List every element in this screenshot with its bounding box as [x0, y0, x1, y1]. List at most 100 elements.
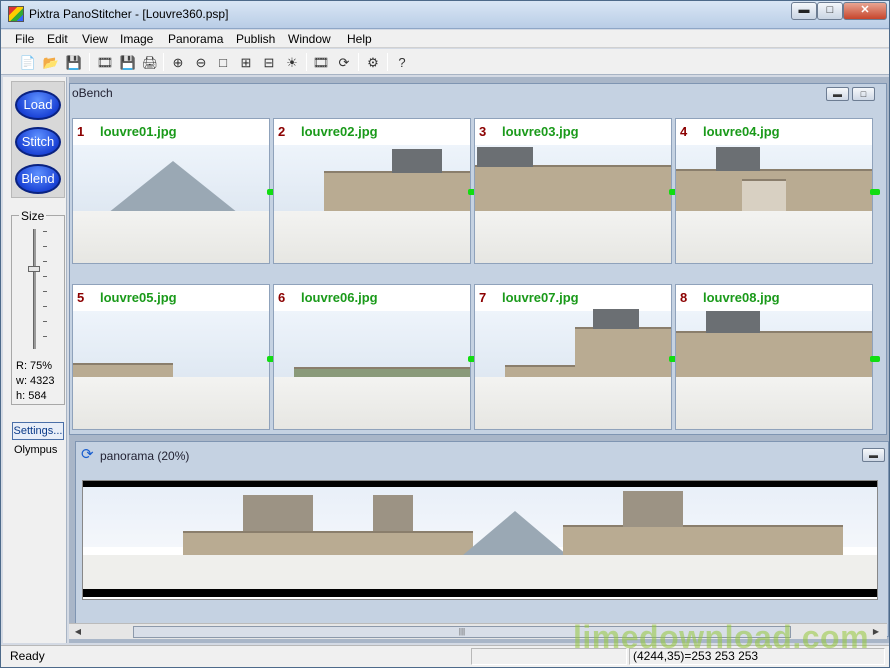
roof-shape	[716, 147, 760, 171]
bench-maximize-button[interactable]: □	[852, 87, 875, 101]
mdi-area: oBench ▬ □ 1 louvre01.jpg 2 louvre02.jpg	[69, 77, 889, 643]
slider-tick	[43, 306, 47, 307]
film-icon[interactable]: 🎞	[311, 52, 331, 72]
building-shape	[183, 531, 473, 557]
slider-tick	[43, 291, 47, 292]
menu-window[interactable]: Window	[288, 32, 331, 46]
open-icon[interactable]: 📂	[41, 52, 61, 72]
link-marker	[870, 189, 880, 195]
photo-ground	[73, 377, 269, 429]
panorama-border-top	[83, 481, 877, 487]
panorama-minimize-button[interactable]: ▬	[862, 448, 885, 462]
panorama-border-bottom	[83, 589, 877, 597]
building-shape	[505, 365, 575, 377]
photo-tile[interactable]: 4 louvre04.jpg	[675, 118, 873, 264]
pavilion-shape	[373, 495, 413, 531]
pyramid-shape	[103, 161, 243, 217]
photo-name: louvre01.jpg	[100, 124, 177, 139]
menu-image[interactable]: Image	[120, 32, 153, 46]
size-slider-track[interactable]	[33, 229, 36, 349]
photo-tile[interactable]: 7 louvre07.jpg	[474, 284, 672, 430]
watermark: limedownload.com	[573, 619, 870, 655]
photo-name: louvre03.jpg	[502, 124, 579, 139]
building-shape	[676, 331, 872, 377]
photo-tile[interactable]: 3 louvre03.jpg	[474, 118, 672, 264]
pavilion-shape	[623, 491, 683, 527]
photo-name: louvre04.jpg	[703, 124, 780, 139]
building-shape	[575, 327, 671, 377]
menu-help[interactable]: Help	[347, 32, 372, 46]
photobench-window: oBench ▬ □ 1 louvre01.jpg 2 louvre02.jpg	[69, 83, 887, 435]
action-group: Load Stitch Blend	[11, 81, 65, 198]
scroll-left-arrow[interactable]: ◀	[71, 626, 85, 638]
toolbar-separator	[163, 53, 164, 71]
photo-tile[interactable]: 1 louvre01.jpg	[72, 118, 270, 264]
settings-icon[interactable]: ⚙	[363, 52, 383, 72]
photo-name: louvre08.jpg	[703, 290, 780, 305]
building-shape	[563, 525, 843, 555]
load-button[interactable]: Load	[15, 90, 61, 120]
save-image-icon[interactable]: 💾	[118, 52, 138, 72]
size-label: Size	[19, 209, 47, 223]
size-slider-thumb[interactable]	[28, 265, 40, 272]
save-icon[interactable]: 💾	[64, 52, 84, 72]
fit-icon[interactable]: □	[213, 52, 233, 72]
zoom-in-icon[interactable]: ⊕	[168, 52, 188, 72]
menu-view[interactable]: View	[82, 32, 108, 46]
toolbar-separator	[89, 53, 90, 71]
roof-shape	[477, 147, 533, 167]
maximize-button[interactable]: □	[817, 2, 843, 20]
photo-name: louvre07.jpg	[502, 290, 579, 305]
stitch-button[interactable]: Stitch	[15, 127, 61, 157]
minimize-button[interactable]: ▬	[791, 2, 817, 20]
statue-base-shape	[742, 179, 786, 211]
pavilion-shape	[243, 495, 313, 531]
width-readout: w: 4323	[16, 375, 55, 387]
save-project-icon[interactable]: 🎞	[95, 52, 115, 72]
settings-button[interactable]: Settings...	[12, 422, 64, 440]
menu-file[interactable]: File	[15, 32, 34, 46]
brightness-icon[interactable]: ☀	[282, 52, 302, 72]
slider-tick	[43, 321, 47, 322]
bench-minimize-button[interactable]: ▬	[826, 87, 849, 101]
photo-number: 3	[479, 124, 487, 139]
photo-tile[interactable]: 2 louvre02.jpg	[273, 118, 471, 264]
photo-tile[interactable]: 6 louvre06.jpg	[273, 284, 471, 430]
menu-bar: File Edit View Image Panorama Publish Wi…	[1, 30, 889, 48]
photo-tile[interactable]: 8 louvre08.jpg	[675, 284, 873, 430]
panorama-title: panorama (20%)	[100, 449, 190, 463]
pyramid-shape	[463, 511, 567, 555]
photo-ground	[274, 377, 470, 429]
panorama-ground	[83, 555, 877, 589]
menu-edit[interactable]: Edit	[47, 32, 68, 46]
photo-number: 6	[278, 290, 286, 305]
new-icon[interactable]: 📄	[18, 52, 38, 72]
photo-name: louvre05.jpg	[100, 290, 177, 305]
height-readout: h: 584	[16, 390, 47, 402]
window-title: Pixtra PanoStitcher - [Louvre360.psp]	[29, 7, 229, 21]
toolbar-separator	[387, 53, 388, 71]
blend-button[interactable]: Blend	[15, 164, 61, 194]
photo-number: 5	[77, 290, 85, 305]
slider-tick	[43, 336, 47, 337]
align-icon[interactable]: ⊟	[259, 52, 279, 72]
close-button[interactable]: ✕	[843, 2, 887, 20]
app-icon[interactable]	[8, 6, 24, 22]
menu-publish[interactable]: Publish	[236, 32, 275, 46]
photo-ground	[73, 211, 269, 263]
zoom-out-icon[interactable]: ⊖	[191, 52, 211, 72]
panorama-canvas[interactable]	[82, 480, 878, 600]
scroll-right-arrow[interactable]: ▶	[869, 626, 883, 638]
help-icon[interactable]: ?	[392, 52, 412, 72]
photo-tile[interactable]: 5 louvre05.jpg	[72, 284, 270, 430]
building-shape	[475, 165, 671, 211]
print-icon[interactable]: 🖨	[140, 52, 160, 72]
refresh-icon[interactable]: ⟳	[334, 52, 354, 72]
photo-name: louvre06.jpg	[301, 290, 378, 305]
building-shape	[324, 171, 470, 211]
app-window: Pixtra PanoStitcher - [Louvre360.psp] ▬ …	[0, 0, 890, 668]
photo-number: 4	[680, 124, 688, 139]
menu-panorama[interactable]: Panorama	[168, 32, 223, 46]
rotate-icon[interactable]: ⊞	[236, 52, 256, 72]
photo-number: 1	[77, 124, 85, 139]
